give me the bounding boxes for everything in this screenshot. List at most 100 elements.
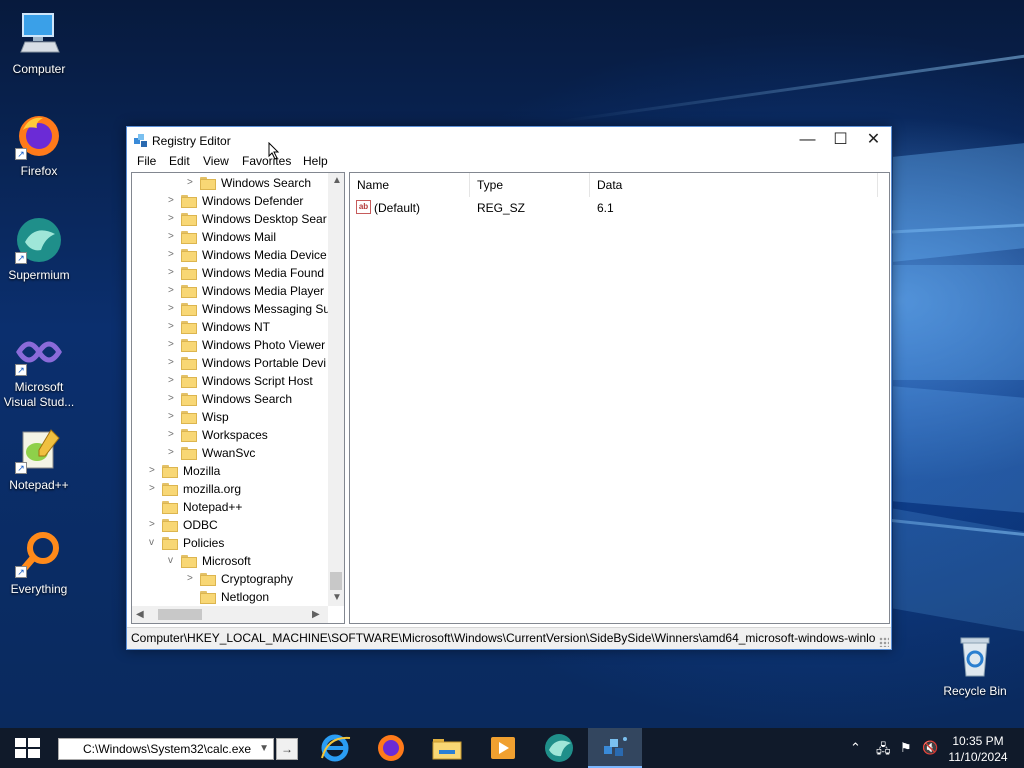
folder-icon	[200, 572, 216, 586]
collapse-arrow-icon[interactable]: v	[168, 552, 178, 570]
value-name[interactable]: (Default)	[374, 199, 420, 217]
run-command-input[interactable]: C:\Windows\System32\calc.exe ▼	[58, 738, 274, 760]
expand-arrow-icon[interactable]: >	[149, 516, 159, 534]
desktop-icon-notepadpp[interactable]: ↗ Notepad++	[0, 426, 78, 493]
expand-arrow-icon[interactable]: >	[149, 480, 159, 498]
minimize-button[interactable]: —	[791, 127, 824, 155]
folder-open-icon	[162, 536, 178, 550]
expand-arrow-icon[interactable]: >	[168, 372, 178, 390]
expand-arrow-icon[interactable]: >	[168, 336, 178, 354]
volume-muted-icon[interactable]: 🔇	[922, 740, 938, 756]
flag-icon[interactable]: ⚑	[900, 740, 912, 756]
title-bar[interactable]: Registry Editor — ☐ ✕	[127, 127, 891, 155]
expand-arrow-icon[interactable]: >	[168, 192, 178, 210]
scroll-right-icon[interactable]: ▶	[312, 609, 320, 620]
system-clock[interactable]: 10:35 PM 11/10/2024	[940, 733, 1016, 765]
expand-arrow-icon[interactable]: >	[168, 228, 178, 246]
registry-editor-icon[interactable]	[588, 728, 642, 768]
expand-arrow-icon[interactable]: >	[168, 408, 178, 426]
registry-editor-window[interactable]: Registry Editor — ☐ ✕ File Edit View Fav…	[126, 126, 892, 650]
menu-view[interactable]: View	[203, 154, 229, 168]
string-value-icon: ab	[356, 200, 371, 214]
desktop-icon-firefox[interactable]: ↗ Firefox	[0, 112, 78, 179]
expand-arrow-icon[interactable]: >	[168, 354, 178, 372]
expand-arrow-icon[interactable]: >	[168, 300, 178, 318]
registry-editor-icon	[133, 133, 149, 149]
desktop-icon-label: Firefox	[20, 164, 58, 178]
maximize-button[interactable]: ☐	[824, 127, 857, 155]
everything-icon: ↗	[15, 530, 63, 578]
folder-icon	[181, 428, 197, 442]
status-path: Computer\HKEY_LOCAL_MACHINE\SOFTWARE\Mic…	[131, 631, 876, 645]
value-data[interactable]: 6.1	[597, 199, 614, 217]
folder-icon	[181, 356, 197, 370]
supermium-icon[interactable]	[532, 728, 586, 768]
expand-arrow-icon[interactable]: >	[168, 390, 178, 408]
folder-icon	[162, 482, 178, 496]
tree-vertical-scrollbar[interactable]: ▲ ▼	[328, 173, 344, 606]
desktop-icon-everything[interactable]: ↗ Everything	[0, 530, 78, 597]
folder-icon	[162, 518, 178, 532]
menu-help[interactable]: Help	[303, 154, 328, 168]
internet-explorer-icon[interactable]	[308, 728, 362, 768]
chevron-up-icon[interactable]: ⌃	[850, 740, 861, 756]
desktop-icon-label: Recycle Bin	[943, 684, 1007, 698]
scroll-down-icon[interactable]: ▼	[332, 592, 342, 603]
folder-icon	[181, 302, 197, 316]
folder-icon	[181, 230, 197, 244]
desktop-icon-label: Supermium	[8, 268, 70, 282]
collapse-arrow-icon[interactable]: v	[149, 534, 159, 552]
shortcut-arrow-icon: ↗	[15, 566, 27, 578]
expand-arrow-icon[interactable]: >	[168, 282, 178, 300]
status-bar-path: Computer\HKEY_LOCAL_MACHINE\SOFTWARE\Mic…	[127, 627, 891, 649]
expand-arrow-icon[interactable]: >	[168, 444, 178, 462]
expand-arrow-icon[interactable]: >	[168, 264, 178, 282]
window-title: Registry Editor	[152, 134, 231, 148]
desktop-icon-visual-studio[interactable]: ↗ Microsoft Visual Stud...	[0, 328, 78, 410]
folder-icon	[181, 446, 197, 460]
scroll-left-icon[interactable]: ◀	[136, 609, 144, 620]
supermium-icon: ↗	[15, 216, 63, 264]
folder-icon	[181, 212, 197, 226]
media-player-icon[interactable]	[476, 728, 530, 768]
menu-edit[interactable]: Edit	[169, 154, 190, 168]
expand-arrow-icon[interactable]: >	[168, 246, 178, 264]
taskbar: C:\Windows\System32\calc.exe ▼ → ⌃ 🖧 ⚑ 🔇…	[0, 728, 1024, 768]
start-button[interactable]	[0, 728, 54, 768]
column-header-data[interactable]: Data	[590, 173, 878, 197]
desktop-icon-recycle-bin[interactable]: Recycle Bin	[936, 632, 1014, 699]
chevron-down-icon[interactable]: ▼	[259, 739, 269, 759]
desktop-icon-label: Computer	[12, 62, 66, 76]
column-header-name[interactable]: Name	[350, 173, 470, 197]
column-header-type[interactable]: Type	[470, 173, 590, 197]
expand-arrow-icon[interactable]: >	[168, 318, 178, 336]
expand-arrow-icon[interactable]: >	[149, 462, 159, 480]
expand-arrow-icon[interactable]: >	[168, 210, 178, 228]
scrollbar-thumb[interactable]	[158, 609, 202, 620]
mouse-cursor-icon	[268, 142, 280, 160]
run-go-button[interactable]: →	[276, 738, 298, 760]
folder-icon	[181, 392, 197, 406]
notepadpp-icon: ↗	[15, 426, 63, 474]
network-icon[interactable]: 🖧	[876, 740, 891, 762]
file-explorer-icon[interactable]	[420, 728, 474, 768]
menu-favorites[interactable]: Favorites	[242, 154, 291, 168]
clock-date: 11/10/2024	[948, 750, 1008, 764]
expand-arrow-icon[interactable]: >	[187, 570, 197, 588]
firefox-icon[interactable]	[364, 728, 418, 768]
value-type[interactable]: REG_SZ	[477, 199, 525, 217]
scroll-up-icon[interactable]: ▲	[332, 175, 342, 186]
desktop-icon-supermium[interactable]: ↗ Supermium	[0, 216, 78, 283]
registry-key-tree[interactable]: > Windows Search > Windows Defender > Windo…	[131, 172, 345, 624]
close-button[interactable]: ✕	[857, 127, 890, 155]
registry-values-list[interactable]: Name Type Data ab (Default) REG_SZ 6.1	[349, 172, 890, 624]
wallpaper-pane	[893, 386, 1024, 513]
wallpaper-pane	[893, 265, 1024, 380]
desktop-icon-computer[interactable]: Computer	[0, 10, 78, 77]
menu-file[interactable]: File	[137, 154, 156, 168]
resize-grip-icon[interactable]	[879, 637, 889, 647]
scrollbar-thumb[interactable]	[330, 572, 342, 590]
expand-arrow-icon[interactable]: >	[168, 426, 178, 444]
expand-arrow-icon[interactable]: >	[187, 174, 197, 192]
tree-horizontal-scrollbar[interactable]: ◀ ▶	[132, 606, 328, 623]
